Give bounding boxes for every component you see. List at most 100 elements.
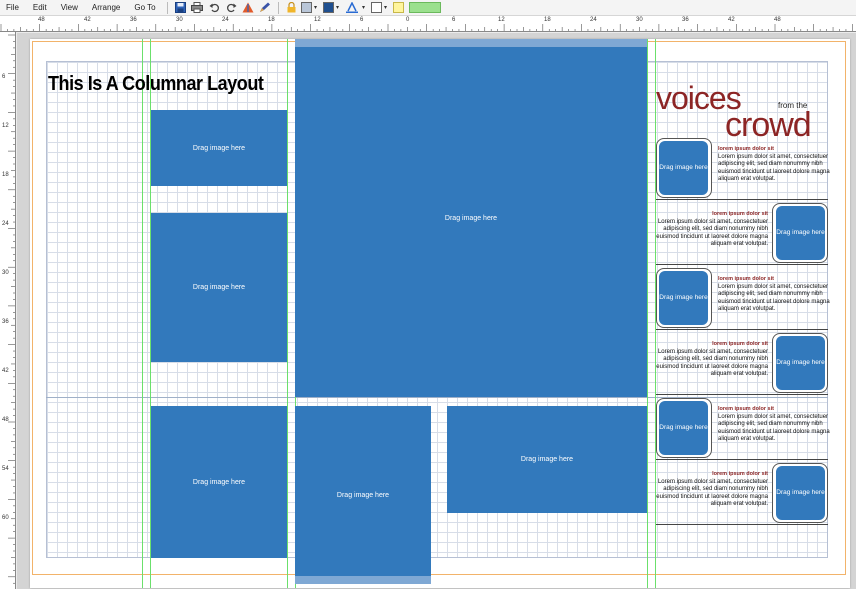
menu-arrange[interactable]: Arrange [85, 0, 127, 16]
left-ruler[interactable]: 6 12 18 24 30 36 42 48 54 60 [0, 32, 16, 589]
line-color-icon[interactable] [322, 2, 334, 13]
ruler-label: 48 [2, 417, 9, 423]
menu-edit[interactable]: Edit [26, 0, 54, 16]
text-color-icon[interactable] [346, 1, 359, 14]
pen-icon[interactable] [259, 1, 272, 14]
testimonial-body: Lorem ipsum dolor sit amet, consectetuer… [718, 413, 830, 443]
testimonial-block[interactable]: Drag image here lorem ipsum dolor sit Lo… [656, 398, 830, 460]
fill-color-icon[interactable] [300, 2, 312, 13]
placeholder-label: Drag image here [659, 164, 708, 171]
crowd-heading[interactable]: crowd [725, 108, 812, 142]
testimonial-block[interactable]: Drag image here lorem ipsum dolor sit Lo… [656, 333, 828, 395]
testimonial-heading: lorem ipsum dolor sit [718, 276, 774, 282]
ruler-label: 36 [682, 17, 689, 23]
testimonial-photo[interactable]: Drag image here [776, 206, 825, 260]
testimonial-body: Lorem ipsum dolor sit amet, consectetuer… [656, 348, 768, 378]
ruler-label: 24 [2, 221, 9, 227]
ruler-label: 30 [176, 17, 183, 23]
placeholder-label: Drag image here [336, 491, 390, 499]
column-guide[interactable] [647, 39, 648, 588]
testimonial-photo[interactable]: Drag image here [659, 141, 708, 195]
placeholder-label: Drag image here [192, 284, 246, 291]
menu-file[interactable]: File [0, 0, 26, 16]
ruler-label: 54 [2, 466, 9, 472]
ruler-label: 42 [2, 368, 9, 374]
image-placeholder-large[interactable]: Drag image here [295, 39, 647, 397]
fill-color-dropdown-icon[interactable]: ▾ [313, 2, 319, 13]
testimonial-block[interactable]: Drag image here lorem ipsum dolor sit Lo… [656, 268, 830, 330]
ruler-label: 24 [222, 17, 229, 23]
column-guide[interactable] [142, 39, 143, 588]
toolbar-divider [277, 1, 279, 14]
print-icon[interactable] [191, 1, 204, 14]
testimonial-body: Lorem ipsum dolor sit amet, consectetuer… [718, 283, 830, 313]
line-color-dropdown-icon[interactable]: ▾ [335, 2, 341, 13]
undo-icon[interactable] [208, 1, 221, 14]
ruler-label: 6 [2, 74, 6, 80]
status-indicator [408, 2, 441, 13]
testimonial-heading: lorem ipsum dolor sit [718, 406, 774, 412]
page-title[interactable]: This Is A Columnar Layout [48, 73, 264, 96]
testimonial-heading: lorem ipsum dolor sit [712, 341, 768, 347]
ruler-label: 18 [268, 17, 275, 23]
testimonial-heading: lorem ipsum dolor sit [712, 211, 768, 217]
image-placeholder[interactable]: Drag image here [295, 406, 431, 584]
testimonial-block[interactable]: Drag image here lorem ipsum dolor sit Lo… [656, 203, 828, 265]
ruler-label: 6 [360, 17, 364, 23]
ruler-label: 12 [314, 17, 321, 23]
note-icon[interactable] [392, 2, 404, 13]
ruler-label: 30 [2, 270, 9, 276]
left-ruler-ticks [8, 34, 15, 584]
placeholder-label: Drag image here [776, 489, 825, 496]
ruler-label: 24 [590, 17, 597, 23]
ruler-label: 12 [498, 17, 505, 23]
testimonial-photo[interactable]: Drag image here [659, 271, 708, 325]
testimonial-body: Lorem ipsum dolor sit amet, consectetuer… [656, 478, 768, 508]
redo-icon[interactable] [225, 1, 238, 14]
image-placeholder[interactable]: Drag image here [447, 406, 647, 513]
document-page[interactable]: This Is A Columnar Layout Drag image her… [30, 39, 850, 588]
image-placeholder[interactable]: Drag image here [151, 213, 287, 362]
top-ruler[interactable]: 48 42 36 30 24 18 12 6 0 6 12 18 24 30 36 42 48 [0, 16, 856, 32]
testimonial-text[interactable]: lorem ipsum dolor sit Lorem ipsum dolor … [718, 146, 830, 184]
testimonial-text[interactable]: lorem ipsum dolor sit Lorem ipsum dolor … [718, 276, 830, 314]
toolbar-divider [166, 1, 168, 14]
document-canvas[interactable]: This Is A Columnar Layout Drag image her… [17, 33, 856, 589]
text-color-dropdown-icon[interactable]: ▾ [361, 2, 367, 13]
border-dropdown-icon[interactable]: ▾ [383, 2, 389, 13]
column-guide[interactable] [287, 39, 288, 588]
testimonial-text[interactable]: lorem ipsum dolor sit Lorem ipsum dolor … [656, 341, 768, 379]
testimonial-heading: lorem ipsum dolor sit [718, 146, 774, 152]
testimonial-photo[interactable]: Drag image here [776, 466, 825, 520]
align-icon[interactable] [242, 1, 255, 14]
ruler-label: 36 [2, 319, 9, 325]
testimonial-body: Lorem ipsum dolor sit amet, consectetuer… [656, 218, 768, 248]
ruler-label: 36 [130, 17, 137, 23]
image-placeholder[interactable]: Drag image here [151, 110, 287, 186]
placeholder-label: Drag image here [659, 424, 708, 431]
testimonial-text[interactable]: lorem ipsum dolor sit Lorem ipsum dolor … [656, 471, 768, 509]
ruler-label: 30 [636, 17, 643, 23]
testimonial-text[interactable]: lorem ipsum dolor sit Lorem ipsum dolor … [656, 211, 768, 249]
menu-goto[interactable]: Go To [127, 0, 162, 16]
menu-view[interactable]: View [54, 0, 85, 16]
ruler-label: 42 [728, 17, 735, 23]
ruler-label: 12 [2, 123, 9, 129]
ruler-label: 60 [2, 515, 9, 521]
placeholder-label: Drag image here [776, 229, 825, 236]
testimonial-heading: lorem ipsum dolor sit [712, 471, 768, 477]
placeholder-label: Drag image here [659, 294, 708, 301]
testimonial-text[interactable]: lorem ipsum dolor sit Lorem ipsum dolor … [718, 406, 830, 444]
testimonial-photo[interactable]: Drag image here [776, 336, 825, 390]
save-icon[interactable] [174, 1, 187, 14]
app-window: File Edit View Arrange Go To ▾ ▾ ▾ ▾ 48 … [0, 0, 856, 589]
testimonial-photo[interactable]: Drag image here [659, 401, 708, 455]
testimonial-block[interactable]: Drag image here lorem ipsum dolor sit Lo… [656, 463, 828, 525]
placeholder-label: Drag image here [192, 144, 246, 152]
border-icon[interactable] [370, 2, 382, 13]
testimonial-block[interactable]: Drag image here lorem ipsum dolor sit Lo… [656, 138, 830, 200]
image-placeholder[interactable]: Drag image here [151, 406, 287, 558]
menu-bar: File Edit View Arrange Go To ▾ ▾ ▾ ▾ [0, 0, 856, 16]
ruler-label: 6 [452, 17, 456, 23]
lock-icon[interactable] [285, 1, 298, 14]
